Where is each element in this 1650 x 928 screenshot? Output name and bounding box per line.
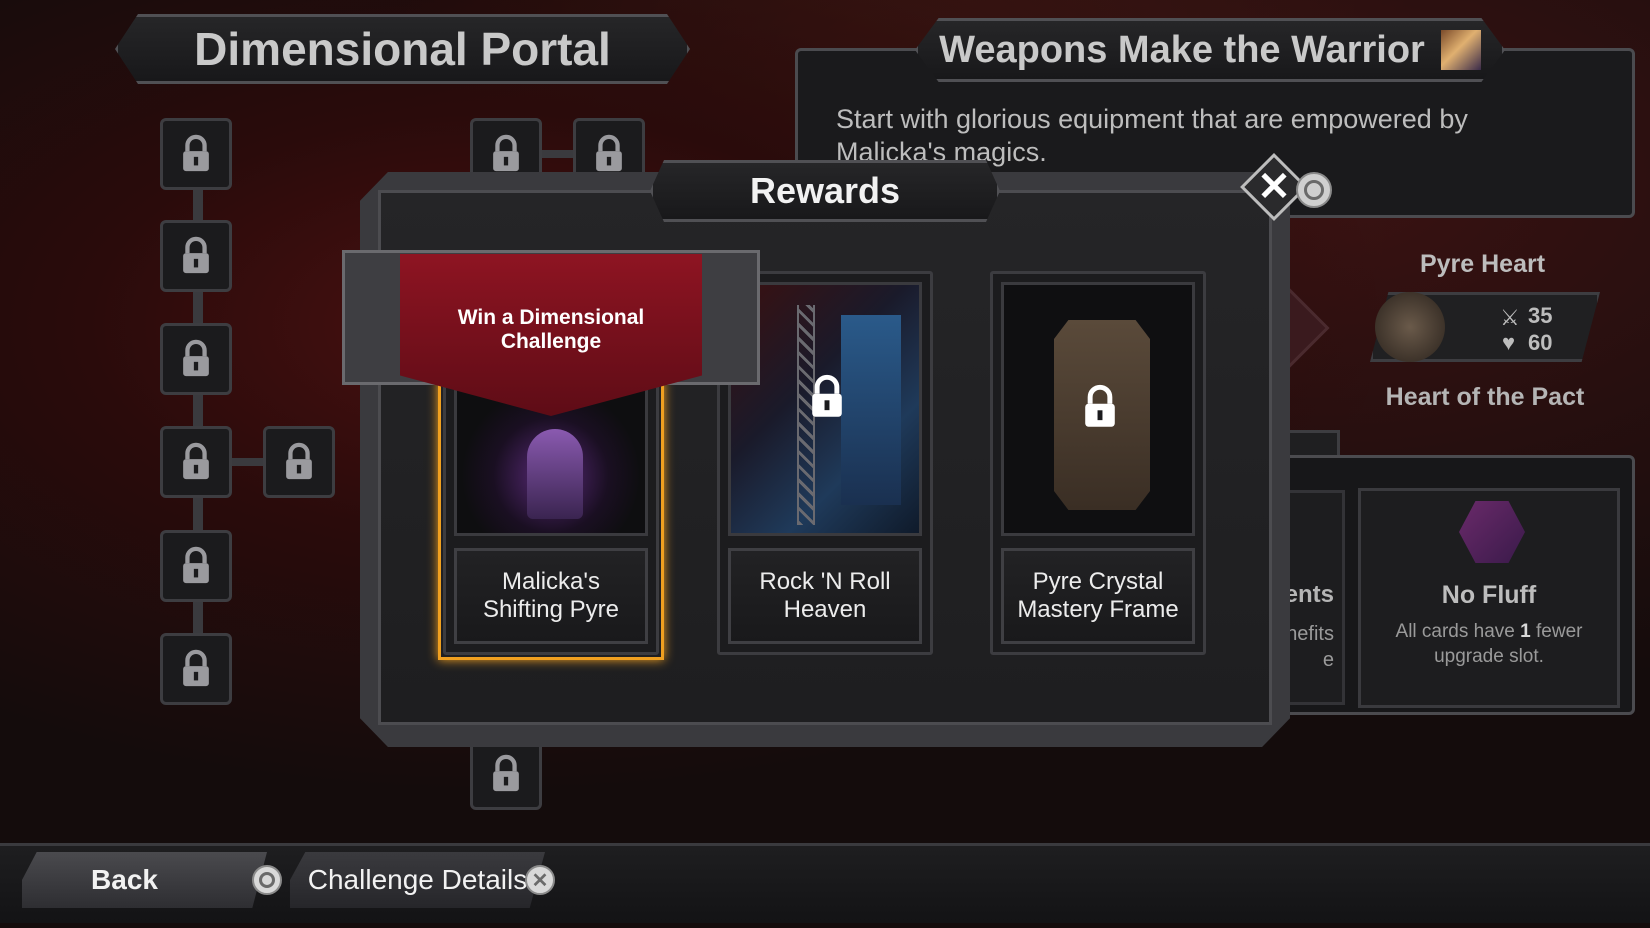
pyre-name: Heart of the Pact [1385, 383, 1585, 411]
locked-node[interactable] [160, 633, 232, 705]
reward-label: Pyre Crystal Mastery Frame [1001, 548, 1195, 644]
modifier-desc-partial: nefits [1286, 623, 1334, 645]
stage-banner [841, 315, 901, 505]
lock-icon [493, 134, 519, 172]
locked-node[interactable] [160, 118, 232, 190]
lock-icon [493, 754, 519, 792]
locked-node[interactable] [263, 426, 335, 498]
circle-button-icon-inner [1304, 180, 1324, 200]
lock-icon [1080, 384, 1120, 430]
rewards-title-banner: Rewards [650, 160, 1000, 222]
lock-icon [183, 442, 209, 480]
reward-label: Malicka's Shifting Pyre [454, 548, 648, 644]
reward-card[interactable]: Malicka's Shifting Pyre [443, 383, 659, 655]
close-icon: ✕ [1257, 165, 1291, 209]
lock-icon [183, 339, 209, 377]
attack-icon: ⚔ [1500, 305, 1520, 330]
no-fluff-description: All cards have 1 fewer upgrade slot. [1395, 621, 1583, 667]
no-fluff-title: No Fluff [1441, 581, 1537, 609]
no-fluff-icon [1459, 501, 1525, 563]
lock-icon [183, 236, 209, 274]
lock-icon [807, 374, 847, 420]
locked-node[interactable] [160, 220, 232, 292]
pyre-figure-icon [527, 429, 583, 519]
rewards-title: Rewards [749, 170, 901, 211]
heart-icon: ♥ [1502, 330, 1516, 355]
reward-card[interactable]: Pyre Crystal Mastery Frame [990, 271, 1206, 655]
portal-title-banner: Dimensional Portal [115, 14, 690, 84]
challenge-details-button[interactable]: Challenge Details [290, 852, 545, 908]
pyre-health: 60 [1528, 330, 1553, 355]
circle-button-icon [252, 865, 282, 895]
modifier-card-no-fluff[interactable]: No Fluff All cards have 1 fewer upgrade … [1358, 488, 1620, 708]
challenge-title-banner: Weapons Make the Warrior [915, 18, 1505, 82]
lock-icon [596, 134, 622, 172]
locked-node[interactable] [160, 426, 232, 498]
cross-button-icon: ✕ [525, 865, 555, 895]
challenge-sword-icon [1440, 30, 1481, 70]
lock-icon [183, 546, 209, 584]
portal-title: Dimensional Portal [194, 23, 611, 75]
reward-label: Rock 'N Roll Heaven [728, 548, 922, 644]
pyre-heart-label: Pyre Heart [1419, 250, 1546, 278]
pact-emblem-icon [1375, 292, 1445, 362]
locked-node[interactable] [160, 323, 232, 395]
requirement-text: Win a Dimensional Challenge [457, 306, 645, 353]
lock-icon [286, 442, 312, 480]
lock-icon [183, 649, 209, 687]
challenge-details-label: Challenge Details [307, 864, 528, 895]
back-label: Back [91, 864, 158, 895]
challenge-description: Start with glorious equipment that are e… [836, 104, 1468, 167]
pyre-attack: 35 [1528, 303, 1553, 328]
challenge-title: Weapons Make the Warrior [939, 28, 1425, 71]
locked-node[interactable] [470, 738, 542, 810]
back-button[interactable]: Back [22, 852, 267, 908]
modifier-desc-partial: e [1322, 649, 1334, 671]
locked-node[interactable] [160, 530, 232, 602]
lock-icon [183, 134, 209, 172]
